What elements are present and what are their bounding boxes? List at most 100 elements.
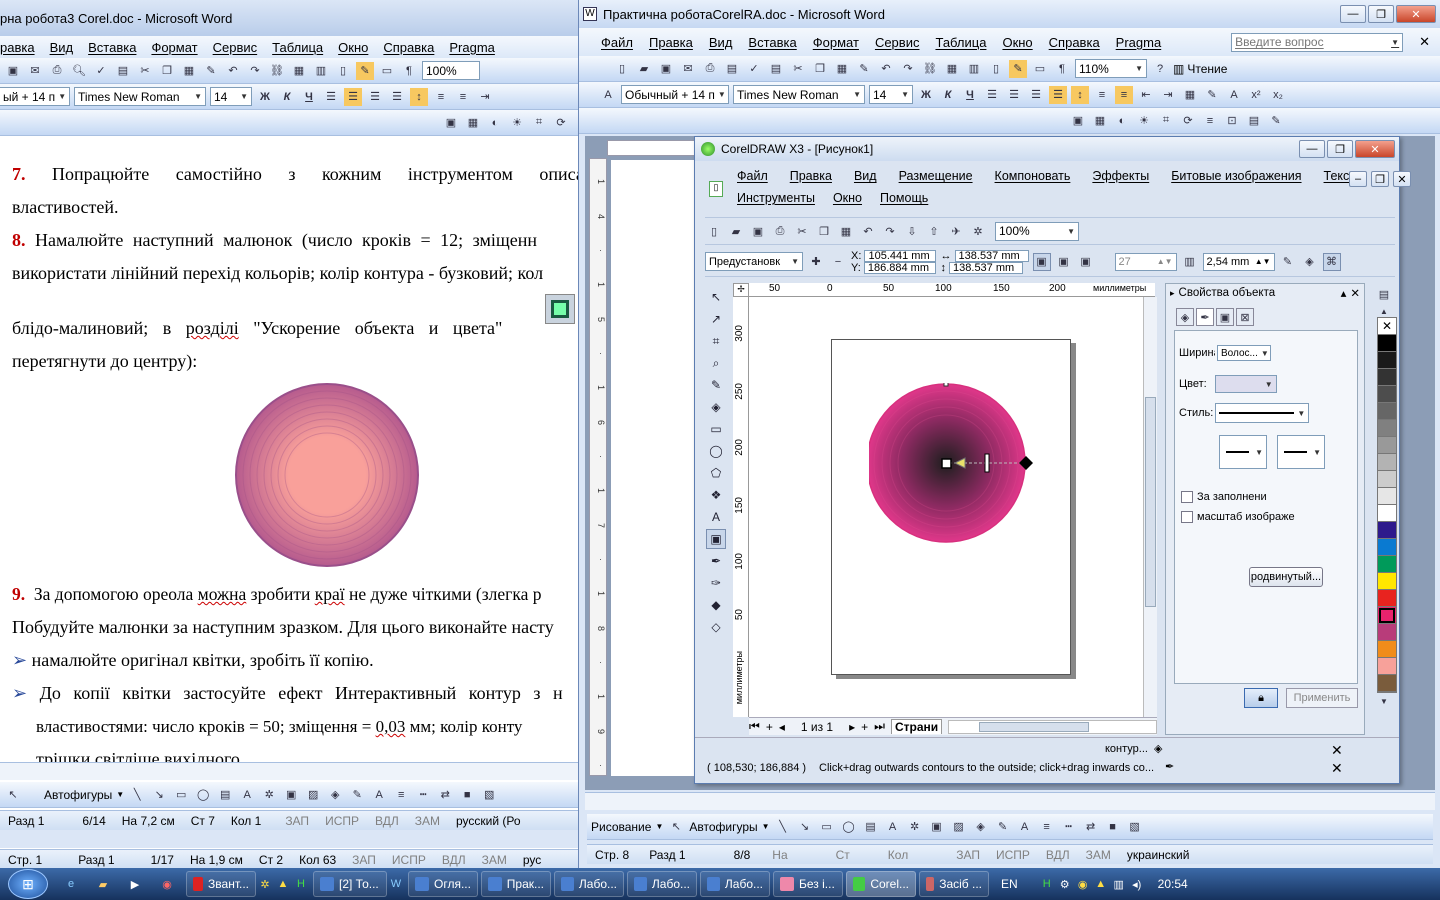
bold-icon[interactable]: Ж — [917, 86, 935, 104]
align-left-icon[interactable]: ☰ — [322, 88, 340, 106]
rectangle-tool-icon[interactable]: ▭ — [706, 419, 726, 439]
arrow-style-icon[interactable]: ⇄ — [436, 786, 454, 804]
table-icon[interactable]: ▦ — [943, 60, 961, 78]
lock-button[interactable]: 🔒︎ — [1244, 688, 1278, 708]
menu-service[interactable]: Сервис — [213, 40, 258, 55]
arrow-icon[interactable]: ↘ — [796, 818, 814, 836]
picture-icon[interactable]: ▨ — [950, 818, 968, 836]
shadow-icon[interactable]: ■ — [1104, 818, 1122, 836]
first-page-icon[interactable]: ⏮ — [749, 719, 760, 734]
drawing-icon[interactable]: ✎ — [1009, 59, 1027, 78]
top-node[interactable] — [943, 383, 949, 387]
redo-icon[interactable]: ↷ — [899, 60, 917, 78]
welcome-icon[interactable]: ✲ — [969, 222, 987, 240]
paste-icon[interactable]: ▦ — [837, 222, 855, 240]
line-color-icon[interactable]: ✎ — [994, 818, 1012, 836]
canvas-horizontal-scrollbar[interactable] — [948, 719, 1157, 734]
crop-icon[interactable]: ⌗ — [530, 114, 548, 132]
autoshapes-menu[interactable]: Автофигуры — [689, 820, 757, 834]
palette-swatch[interactable] — [1378, 352, 1396, 369]
font-combo[interactable]: Times New Roman ▼ — [733, 85, 865, 104]
crop-tool-icon[interactable]: ⌗ — [706, 331, 726, 351]
ask-question-input[interactable]: Введите вопрос ▼ — [1231, 32, 1404, 52]
next-page-icon[interactable]: ▸ — [849, 720, 855, 734]
menu-file[interactable]: Файл — [737, 169, 768, 183]
doc-minimize-button[interactable]: – — [1349, 171, 1367, 187]
outside-icon[interactable]: ▣ — [1077, 253, 1095, 271]
menu-view[interactable]: Вид — [50, 40, 74, 55]
apply-button[interactable]: Применить — [1286, 688, 1358, 708]
rectangle-icon[interactable]: ▭ — [818, 818, 836, 836]
wordart-icon[interactable]: A — [884, 818, 902, 836]
palette-swatch[interactable] — [1378, 675, 1396, 692]
menu-service[interactable]: Сервис — [875, 35, 920, 50]
export-icon[interactable]: ⇧ — [925, 222, 943, 240]
menu-arrange[interactable]: Компоновать — [995, 169, 1071, 183]
doc-close-button[interactable]: ✕ — [1393, 171, 1411, 187]
undo-icon[interactable]: ↶ — [224, 62, 242, 80]
insert-picture-icon[interactable]: ▣ — [442, 114, 460, 132]
picture-icon[interactable]: ▨ — [304, 786, 322, 804]
palette-swatch[interactable] — [1378, 505, 1396, 522]
outline-style-combo[interactable]: ▼ — [1215, 403, 1310, 423]
font-size-combo[interactable]: 14 ▼ — [869, 85, 913, 104]
style-combo[interactable]: ый + 14 п ▼ — [0, 87, 70, 106]
launcher-icon[interactable]: ✈ — [947, 222, 965, 240]
outline-tab-icon[interactable]: ✒ — [1196, 308, 1214, 326]
task-word-icon[interactable]: W — [387, 875, 405, 893]
help-icon[interactable]: ? — [1151, 60, 1169, 78]
palette-swatch[interactable] — [1378, 437, 1396, 454]
interactive-fill-icon[interactable]: ◇ — [706, 617, 726, 637]
zoom-combo[interactable]: 110% ▼ — [1075, 59, 1147, 78]
docker-pin-icon[interactable]: ▸ — [1170, 288, 1175, 299]
palette-swatch[interactable] — [1378, 539, 1396, 556]
document-map-icon[interactable]: ▭ — [378, 62, 396, 80]
oval-icon[interactable]: ◯ — [840, 818, 858, 836]
numbering-icon[interactable]: ≡ — [1093, 86, 1111, 104]
spelling-icon[interactable]: ✓ — [745, 60, 763, 78]
pointer-icon[interactable]: ↖ — [667, 818, 685, 836]
palette-swatch[interactable] — [1378, 420, 1396, 437]
underline-icon[interactable]: Ч — [300, 88, 318, 106]
print-icon[interactable]: ⎙ — [771, 222, 789, 240]
3d-icon[interactable]: ▧ — [480, 786, 498, 804]
drawing-menu[interactable]: Рисование — [591, 820, 651, 834]
cut-icon[interactable]: ✂ — [789, 60, 807, 78]
polygon-tool-icon[interactable]: ⬠ — [706, 463, 726, 483]
palette-swatch[interactable] — [1378, 471, 1396, 488]
clipart-icon[interactable]: ▣ — [928, 818, 946, 836]
line-icon[interactable]: ╲ — [774, 818, 792, 836]
font-combo[interactable]: Times New Roman ▼ — [74, 87, 206, 106]
brightness-icon[interactable]: ☀ — [1135, 112, 1153, 130]
align-left-icon[interactable]: ☰ — [983, 86, 1001, 104]
maximize-button[interactable]: ❐ — [1368, 5, 1394, 23]
line-color-icon[interactable]: ✎ — [348, 786, 366, 804]
inside-icon[interactable]: ▣ — [1055, 253, 1073, 271]
pick-tool-icon[interactable]: ↖ — [706, 287, 726, 307]
add-preset-icon[interactable]: ✚ — [807, 253, 825, 271]
open-icon[interactable]: ▰ — [727, 222, 745, 240]
explorer-icon[interactable]: ▰ — [94, 875, 112, 893]
palette-down-icon[interactable]: ▼ — [1375, 696, 1393, 708]
dash-style-icon[interactable]: ┅ — [1060, 818, 1078, 836]
color-icon[interactable]: ▦ — [1091, 112, 1109, 130]
copy-icon[interactable]: ❐ — [811, 60, 829, 78]
docker-close-icon[interactable]: ✕ — [1350, 286, 1364, 300]
columns-icon[interactable]: ▯ — [334, 62, 352, 80]
task-corel[interactable]: Corel... — [846, 871, 916, 897]
fill-color-icon[interactable]: ◈ — [1301, 253, 1319, 271]
arrow-style-icon[interactable]: ⇄ — [1082, 818, 1100, 836]
fill-color-icon[interactable]: ◈ — [972, 818, 990, 836]
align-center-icon[interactable]: ☰ — [344, 87, 362, 106]
undo-icon[interactable]: ↶ — [859, 222, 877, 240]
shape-tool-icon[interactable]: ↗ — [706, 309, 726, 329]
menu-view[interactable]: Вид — [709, 35, 733, 50]
volume-icon[interactable]: ◂) — [1128, 875, 1146, 893]
clipart-icon[interactable]: ▣ — [282, 786, 300, 804]
permission-icon[interactable]: ✉ — [679, 60, 697, 78]
preview-icon[interactable]: 🔍︎ — [70, 62, 88, 80]
advanced-button[interactable]: родвинутый... — [1249, 567, 1323, 587]
fill-tab-icon[interactable]: ◈ — [1176, 308, 1194, 326]
line-spacing-icon[interactable]: ↕ — [410, 87, 428, 106]
behind-fill-checkbox[interactable] — [1181, 491, 1193, 503]
